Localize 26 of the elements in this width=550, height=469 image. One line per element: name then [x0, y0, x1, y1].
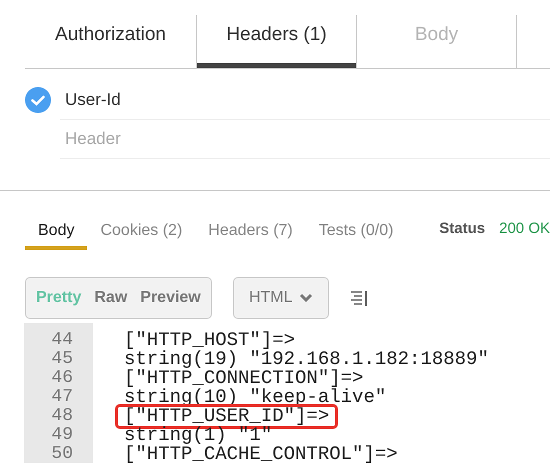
header-key-field[interactable]: Header	[60, 120, 550, 159]
code-line: ["HTTP_HOST"]=>	[123, 328, 296, 351]
line-number: 50	[24, 445, 93, 463]
wrap-lines-icon[interactable]	[350, 290, 368, 306]
chevron-down-icon	[298, 293, 313, 303]
code-line: ["HTTP_CONNECTION"]=>	[123, 367, 364, 389]
format-dropdown[interactable]: HTML	[232, 277, 329, 319]
line-number: 48	[24, 407, 93, 426]
code-line: ["HTTP_CACHE_CONTROL"]=>	[123, 443, 399, 463]
tab[interactable]: Authorization	[25, 15, 197, 68]
line-number: 49	[24, 426, 93, 445]
status-code: 200 OK	[499, 220, 550, 237]
response-tab[interactable]: Headers (7)	[195, 216, 306, 250]
tab[interactable]: Headers (1)	[197, 15, 357, 68]
response-tab[interactable]: Cookies (2)	[87, 216, 196, 250]
line-number: 45	[24, 350, 93, 369]
view-mode-button[interactable]: Preview	[140, 289, 201, 307]
checkbox[interactable]	[25, 87, 51, 113]
view-mode-button[interactable]: Raw	[94, 289, 128, 307]
line-number: 44	[24, 331, 93, 350]
status-label: Status	[439, 220, 486, 237]
code-line: string(19) "192.168.1.182:18889"	[123, 348, 490, 370]
line-number: 47	[24, 388, 93, 407]
line-number: 46	[24, 369, 93, 388]
response-tab[interactable]: Tests (0/0)	[306, 216, 406, 250]
response-tab[interactable]: Body	[25, 216, 88, 250]
